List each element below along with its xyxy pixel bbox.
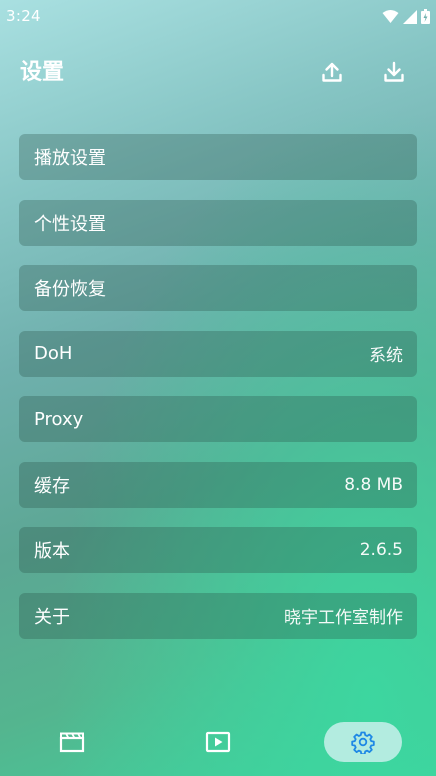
settings-row-personalization[interactable]: 个性设置 (19, 199, 417, 246)
settings-row-value: 2.6.5 (359, 540, 403, 560)
bottom-nav (0, 718, 436, 768)
movie-icon (59, 732, 85, 753)
settings-row-proxy[interactable]: Proxy (19, 396, 417, 442)
play-icon (205, 731, 231, 753)
settings-row-backup-restore[interactable]: 备份恢复 (19, 265, 417, 311)
download-icon (384, 61, 404, 82)
nav-movies-tab[interactable] (52, 722, 92, 762)
status-time: 3:24 (6, 7, 41, 25)
nav-settings-tab[interactable] (324, 722, 402, 762)
status-icons (382, 9, 430, 24)
settings-row-playback[interactable]: 播放设置 (19, 134, 417, 180)
page-title: 设置 (20, 60, 65, 85)
status-bar: 3:24 (0, 0, 436, 32)
upload-button[interactable] (320, 60, 344, 84)
settings-row-label: 版本 (34, 541, 70, 562)
upload-icon (322, 62, 342, 82)
settings-row-doh[interactable]: DoH 系统 (19, 330, 417, 377)
settings-row-label: 关于 (34, 606, 70, 628)
gear-icon (351, 731, 375, 754)
settings-row-cache[interactable]: 缓存 8.8 MB (19, 461, 417, 508)
settings-row-label: 播放设置 (34, 148, 106, 169)
settings-row-value: 系统 (369, 346, 403, 366)
signal-icon (403, 9, 417, 24)
settings-row-version[interactable]: 版本 2.6.5 (19, 527, 417, 573)
settings-row-label: Proxy (34, 408, 84, 430)
settings-row-label: 缓存 (34, 475, 70, 497)
settings-row-label: 备份恢复 (34, 279, 106, 300)
settings-row-value: 8.8 MB (344, 474, 403, 495)
settings-row-value: 晓宇工作室制作 (284, 608, 403, 628)
settings-row-label: 个性设置 (34, 213, 106, 235)
battery-icon (421, 9, 430, 24)
settings-row-about[interactable]: 关于 晓宇工作室制作 (19, 592, 417, 639)
nav-player-tab[interactable] (198, 722, 238, 762)
wifi-icon (382, 9, 399, 23)
settings-list: 播放设置 个性设置 备份恢复 DoH 系统 Proxy 缓存 8.8 MB 版本… (19, 134, 417, 658)
download-button[interactable] (382, 60, 406, 84)
settings-row-label: DoH (34, 343, 73, 364)
